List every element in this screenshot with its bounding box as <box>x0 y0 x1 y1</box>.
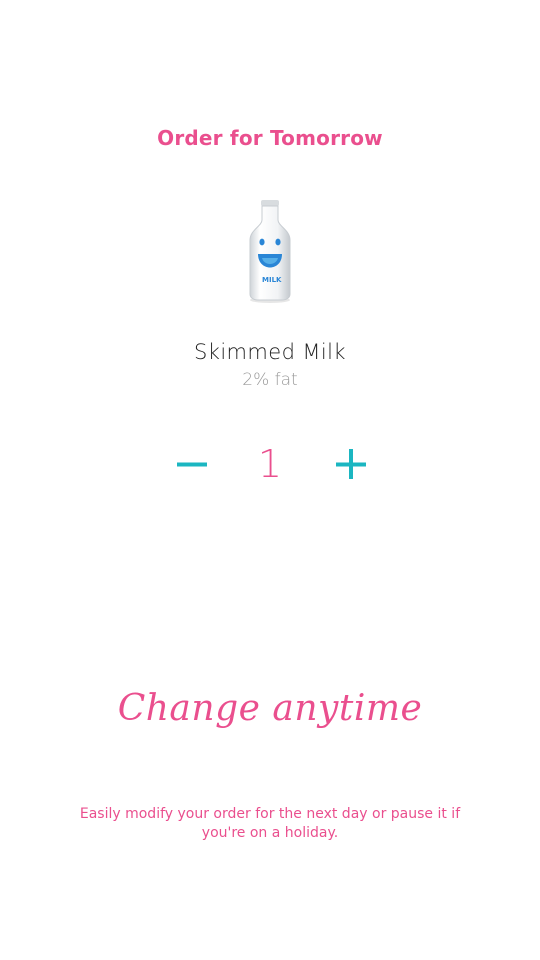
page-title: Order for Tomorrow <box>157 126 383 150</box>
increase-quantity-button[interactable] <box>323 436 379 492</box>
promo-tagline-text: Change anytime <box>117 688 423 729</box>
promo-tagline: Change anytime <box>0 668 540 778</box>
promo-description: Easily modify your order for the next da… <box>79 806 461 841</box>
quantity-value: 1 <box>257 442 283 486</box>
order-screen: Order for Tomorrow MILK Skimmed Milk 2% … <box>0 0 540 960</box>
product-name: Skimmed Milk <box>194 340 346 364</box>
decrease-quantity-button[interactable] <box>164 436 220 492</box>
quantity-stepper: 1 <box>0 436 540 492</box>
minus-icon <box>177 462 207 467</box>
milk-bottle-icon: MILK <box>240 196 300 304</box>
plus-icon <box>336 449 366 479</box>
bottle-label: MILK <box>262 276 282 284</box>
product-detail: 2% fat <box>242 370 298 390</box>
